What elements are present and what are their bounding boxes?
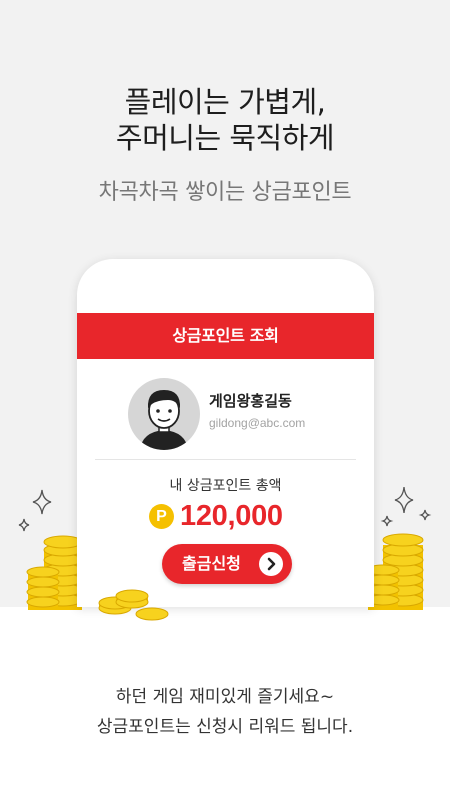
- loose-coins: [98, 589, 169, 621]
- footer-text: 하던 게임 재미있게 즐기세요~ 상금포인트는 신청시 리워드 됩니다.: [0, 682, 450, 742]
- footer-line-2: 상금포인트는 신청시 리워드 됩니다.: [96, 717, 354, 737]
- footer-line-1: 하던 게임 재미있게 즐기세요~: [115, 687, 335, 707]
- coin-stack-icon: [98, 589, 169, 621]
